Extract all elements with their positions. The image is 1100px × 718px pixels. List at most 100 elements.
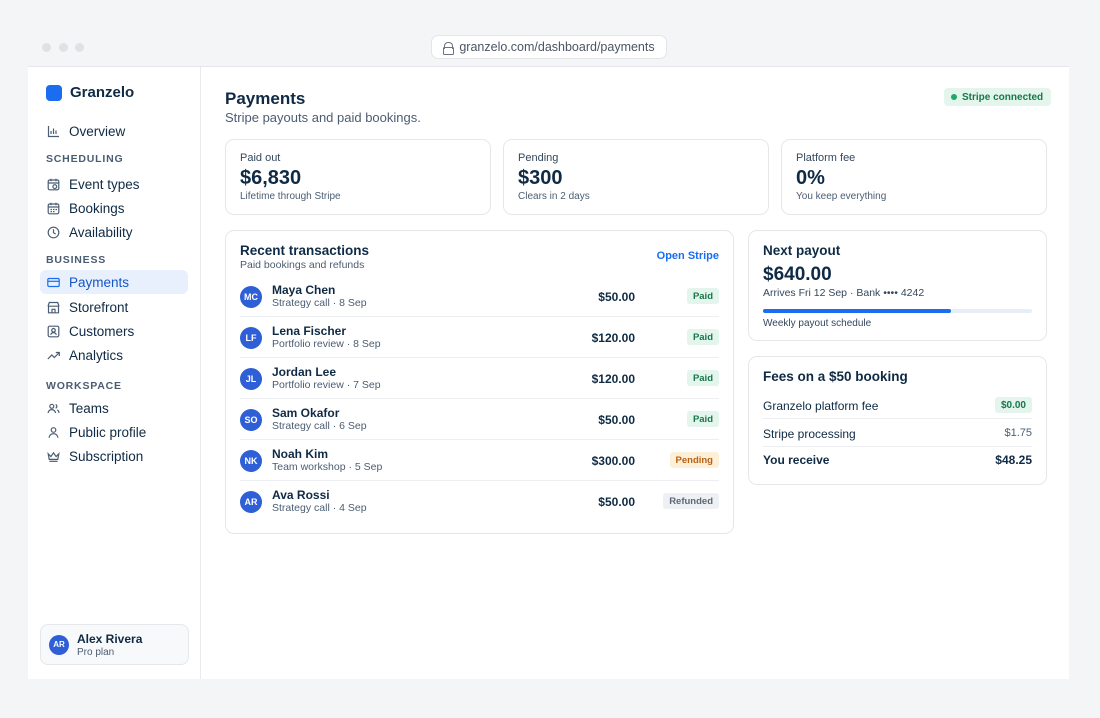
section-label-scheduling: SCHEDULING	[46, 153, 124, 165]
customer-name: Ava Rossi	[272, 488, 330, 502]
amount: $120.00	[591, 372, 635, 386]
customer-name: Noah Kim	[272, 447, 329, 461]
status-badge-label: Stripe connected	[962, 91, 1044, 103]
brand-name: Granzelo	[70, 84, 135, 101]
customer-name: Sam Okafor	[272, 406, 340, 420]
sidebar-item-availability[interactable]: Availability	[40, 220, 188, 244]
section-label-workspace: WORKSPACE	[46, 380, 122, 392]
sidebar-item-storefront[interactable]: Storefront	[40, 295, 188, 319]
avatar: NK	[240, 450, 262, 472]
table-row[interactable]: NK Noah Kim Team workshop · 5 Sep $300.0…	[240, 440, 719, 481]
recent-transactions-card: Recent transactions Paid bookings and re…	[225, 230, 734, 534]
sidebar-item-event-types[interactable]: Event types	[40, 172, 188, 196]
fee-value: $1.75	[1004, 427, 1032, 439]
stat-label: Paid out	[240, 152, 281, 164]
payout-progress-bar	[763, 309, 1032, 313]
fee-value: $0.00	[994, 397, 1032, 413]
amount: $50.00	[598, 413, 635, 427]
stat-card-pending: Pending $300 Clears in 2 days	[503, 139, 769, 215]
user-account-card[interactable]: AR Alex Rivera Pro plan	[40, 624, 189, 665]
sidebar-item-label: Payments	[69, 274, 130, 290]
stat-caption: You keep everything	[796, 191, 887, 202]
amount: $120.00	[591, 331, 635, 345]
avatar: AR	[49, 634, 69, 655]
sidebar-item-customers[interactable]: Customers	[40, 319, 188, 343]
credit-card-icon	[47, 276, 60, 289]
sidebar-item-subscription[interactable]: Subscription	[40, 444, 188, 468]
card-title: Next payout	[763, 243, 841, 258]
avatar: LF	[240, 327, 262, 349]
sidebar-item-label: Bookings	[69, 200, 125, 216]
sidebar-item-analytics[interactable]: Analytics	[40, 343, 188, 367]
stripe-status-badge: Stripe connected	[944, 88, 1052, 106]
window-close-dot[interactable]	[42, 43, 51, 52]
table-row[interactable]: AR Ava Rossi Strategy call · 4 Sep $50.0…	[240, 481, 719, 522]
sidebar-item-label: Analytics	[69, 347, 124, 363]
sidebar-item-label: Availability	[69, 224, 133, 240]
booking-meta: Team workshop · 5 Sep	[272, 461, 383, 473]
table-row[interactable]: SO Sam Okafor Strategy call · 6 Sep $50.…	[240, 399, 719, 440]
stat-caption: Lifetime through Stripe	[240, 191, 341, 202]
avatar: MC	[240, 286, 262, 308]
booking-meta: Strategy call · 4 Sep	[272, 502, 367, 514]
table-row[interactable]: JL Jordan Lee Portfolio review · 7 Sep $…	[240, 358, 719, 399]
stat-card-platform-fee: Platform fee 0% You keep everything	[781, 139, 1047, 215]
browser-window: granzelo.com/dashboard/payments Granzelo…	[28, 27, 1069, 679]
booking-meta: Portfolio review · 7 Sep	[272, 379, 381, 391]
payout-schedule-note: Weekly payout schedule	[763, 318, 872, 329]
lock-icon	[443, 41, 455, 55]
calendar-icon	[47, 202, 60, 215]
stat-card-paid-out: Paid out $6,830 Lifetime through Stripe	[225, 139, 491, 215]
stat-value: 0%	[796, 167, 825, 189]
address-url: granzelo.com/dashboard/payments	[459, 40, 655, 54]
payout-amount: $640.00	[763, 264, 832, 285]
status-badge: Paid	[686, 370, 719, 386]
amount: $300.00	[591, 454, 635, 468]
table-row[interactable]: MC Maya Chen Strategy call · 8 Sep $50.0…	[240, 276, 719, 317]
users-icon	[47, 402, 60, 415]
customer-name: Lena Fischer	[272, 324, 347, 338]
page-title: Payments	[225, 89, 306, 108]
sidebar-item-teams[interactable]: Teams	[40, 396, 188, 420]
booking-meta: Strategy call · 6 Sep	[272, 420, 367, 432]
status-dot-icon	[951, 94, 957, 100]
sidebar-item-overview[interactable]: Overview	[40, 119, 188, 143]
sidebar-item-label: Customers	[69, 323, 135, 339]
address-bar[interactable]: granzelo.com/dashboard/payments	[431, 35, 667, 59]
status-badge: Paid	[686, 329, 719, 345]
open-stripe-link[interactable]: Open Stripe	[657, 250, 719, 262]
customer-name: Maya Chen	[272, 283, 336, 297]
fee-row: Granzelo platform fee $0.00	[763, 392, 1032, 419]
trend-up-icon	[47, 349, 60, 362]
stat-label: Pending	[518, 152, 559, 164]
user-icon	[47, 426, 60, 439]
sidebar-item-payments[interactable]: Payments	[40, 270, 188, 294]
fee-label: You receive	[763, 453, 830, 467]
window-minimize-dot[interactable]	[59, 43, 68, 52]
window-maximize-dot[interactable]	[75, 43, 84, 52]
sidebar-item-public-profile[interactable]: Public profile	[40, 420, 188, 444]
section-label-business: BUSINESS	[46, 254, 107, 266]
fee-label: Stripe processing	[763, 427, 856, 441]
avatar: JL	[240, 368, 262, 390]
table-row[interactable]: LF Lena Fischer Portfolio review · 8 Sep…	[240, 317, 719, 358]
next-payout-card: Next payout $640.00 Arrives Fri 12 Sep ·…	[748, 230, 1047, 341]
calendar-clock-icon	[47, 178, 60, 191]
amount: $50.00	[598, 290, 635, 304]
sidebar-item-label: Teams	[69, 400, 109, 416]
fee-row: You receive $48.25	[763, 446, 1032, 473]
sidebar-item-label: Subscription	[69, 448, 144, 464]
booking-meta: Strategy call · 8 Sep	[272, 297, 367, 309]
bar-chart-icon	[47, 125, 60, 138]
sidebar: Granzelo Overview SCHEDULING Event types…	[28, 67, 201, 679]
status-badge: Refunded	[663, 493, 719, 509]
avatar: SO	[240, 409, 262, 431]
browser-chrome: granzelo.com/dashboard/payments	[28, 27, 1069, 67]
status-badge: Paid	[686, 288, 719, 304]
page-subtitle: Stripe payouts and paid bookings.	[225, 110, 421, 125]
sidebar-item-label: Public profile	[69, 424, 147, 440]
sidebar-item-bookings[interactable]: Bookings	[40, 196, 188, 220]
sidebar-item-label: Storefront	[69, 299, 129, 315]
brand[interactable]: Granzelo	[46, 84, 134, 101]
customer-name: Jordan Lee	[272, 365, 337, 379]
